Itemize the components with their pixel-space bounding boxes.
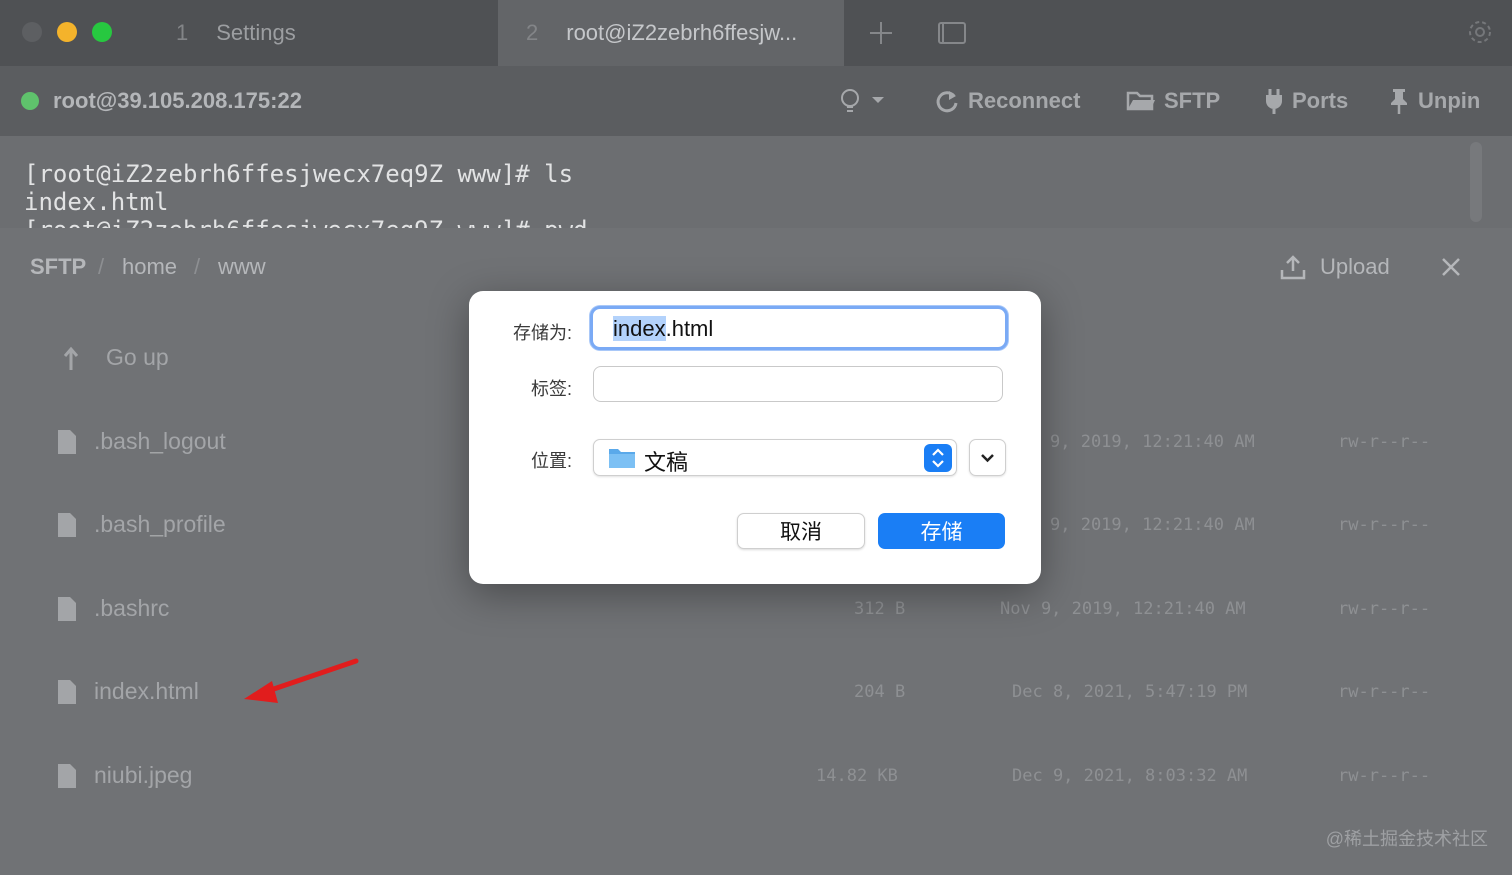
tab-number: 1 [176, 20, 189, 45]
lightbulb-icon [841, 89, 884, 112]
file-permissions: rw-r--r-- [1338, 682, 1431, 702]
refresh-icon [936, 91, 958, 113]
settings-button[interactable] [1464, 16, 1496, 48]
close-window-button[interactable] [22, 22, 42, 42]
terminal-line: [root@iZ2zebrh6ffesjwecx7eq9Z www]# pwd [24, 216, 588, 228]
file-icon [58, 597, 76, 621]
sftp-button[interactable]: SFTP [1126, 66, 1220, 136]
ports-button[interactable]: Ports [1264, 66, 1348, 136]
filename-extension: .html [665, 316, 714, 341]
save-button[interactable]: 存储 [878, 513, 1005, 549]
file-permissions: rw-r--r-- [1338, 599, 1431, 619]
go-up-icon [63, 346, 79, 370]
file-icon [58, 764, 76, 788]
tab-number: 2 [526, 20, 539, 45]
tab-terminal[interactable]: 2 root@iZ2zebrh6ffesjw... [498, 0, 844, 66]
chevron-down-icon [981, 454, 994, 463]
file-permissions: rw-r--r-- [1338, 766, 1431, 786]
location-stepper[interactable] [924, 444, 952, 472]
terminal-line: index.html [24, 188, 169, 216]
file-icon [58, 430, 76, 454]
filename-selected-text: index [613, 316, 666, 341]
file-icon [58, 513, 76, 537]
maximize-window-button[interactable] [92, 22, 112, 42]
breadcrumb-www[interactable]: www [218, 254, 266, 280]
tab-overview-button[interactable] [936, 18, 968, 48]
reconnect-button[interactable]: Reconnect [934, 66, 1080, 136]
file-row[interactable]: niubi.jpeg 14.82 KB Dec 9, 2021, 8:03:32… [0, 746, 1512, 806]
file-size: 14.82 KB [816, 766, 898, 786]
save-as-field[interactable]: index.html [590, 306, 1008, 350]
tab-label: Settings [216, 20, 296, 45]
windows-icon [938, 22, 966, 44]
plus-icon [870, 22, 892, 44]
tab-label: root@iZ2zebrh6ffesjw... [566, 20, 798, 45]
minimize-window-button[interactable] [57, 22, 77, 42]
location-value: 文稿 [644, 450, 689, 475]
hint-button[interactable] [838, 66, 894, 136]
file-name: .bashrc [94, 595, 170, 621]
file-name: .bash_profile [94, 511, 226, 537]
host-label: root@39.105.208.175:22 [53, 88, 302, 113]
watermark: @稀土掘金技术社区 [1325, 829, 1488, 849]
plug-icon [1266, 89, 1282, 114]
close-sftp-button[interactable] [1440, 256, 1462, 278]
ports-label: Ports [1292, 88, 1349, 113]
location-label: 位置: [530, 451, 572, 471]
file-name: .bash_logout [94, 428, 226, 454]
file-row[interactable]: .bashrc 312 B Nov 9, 2019, 12:21:40 AM r… [0, 579, 1512, 639]
file-date: 9, 2019, 12:21:40 AM [1050, 515, 1255, 535]
close-icon [1442, 258, 1460, 276]
upload-label: Upload [1320, 254, 1390, 279]
tab-settings[interactable]: 1 Settings [176, 0, 496, 66]
file-size: 312 B [854, 599, 906, 619]
pin-icon [1391, 89, 1407, 114]
save-dialog: 存储为: index.html 标签: 位置: 文稿 取消 存储 [469, 291, 1041, 584]
gear-icon [1469, 21, 1491, 43]
breadcrumb-home[interactable]: home [122, 254, 177, 280]
save-as-label: 存储为: [512, 323, 572, 343]
upload-button[interactable]: Upload [1280, 252, 1390, 282]
folder-icon [1126, 91, 1155, 111]
file-name: index.html [94, 678, 199, 704]
file-date: Nov 9, 2019, 12:21:40 AM [1000, 599, 1246, 619]
file-date: Dec 8, 2021, 5:47:19 PM [1012, 682, 1248, 702]
terminal-scrollbar[interactable] [1470, 142, 1482, 222]
file-date: 9, 2019, 12:21:40 AM [1050, 432, 1255, 452]
go-up-label: Go up [106, 344, 169, 370]
reconnect-label: Reconnect [968, 88, 1081, 113]
file-icon [58, 680, 76, 704]
location-select[interactable]: 文稿 [593, 439, 957, 476]
cancel-button[interactable]: 取消 [737, 513, 865, 549]
new-tab-button[interactable] [866, 18, 896, 48]
connection-status-dot [21, 92, 39, 110]
session-toolbar: root@39.105.208.175:22 Reconnect SFTP Po… [0, 66, 1512, 136]
breadcrumb-separator: / [98, 254, 105, 279]
terminal-output[interactable]: [root@iZ2zebrh6ffesjwecx7eq9Z www]# ls i… [0, 136, 1512, 228]
file-row[interactable]: index.html 204 B Dec 8, 2021, 5:47:19 PM… [0, 662, 1512, 722]
file-permissions: rw-r--r-- [1338, 515, 1431, 535]
tags-field[interactable] [593, 366, 1003, 402]
breadcrumb-separator: / [194, 254, 201, 279]
terminal-line: [root@iZ2zebrh6ffesjwecx7eq9Z www]# ls [24, 160, 574, 188]
title-bar: 1 Settings 2 root@iZ2zebrh6ffesjw... [0, 0, 1512, 66]
file-date: Dec 9, 2021, 8:03:32 AM [1012, 766, 1248, 786]
red-arrow-annotation [244, 658, 359, 703]
breadcrumb-sftp[interactable]: SFTP [30, 254, 86, 280]
file-size: 204 B [854, 682, 906, 702]
file-permissions: rw-r--r-- [1338, 432, 1431, 452]
file-name: niubi.jpeg [94, 762, 193, 788]
unpin-label: Unpin [1418, 88, 1481, 113]
chevron-updown-icon [932, 448, 944, 468]
folder-icon [609, 449, 635, 468]
upload-icon [1280, 255, 1306, 280]
unpin-button[interactable]: Unpin [1388, 66, 1480, 136]
expand-dialog-button[interactable] [969, 439, 1006, 476]
sftp-label: SFTP [1164, 88, 1221, 113]
tags-label: 标签: [530, 379, 572, 399]
